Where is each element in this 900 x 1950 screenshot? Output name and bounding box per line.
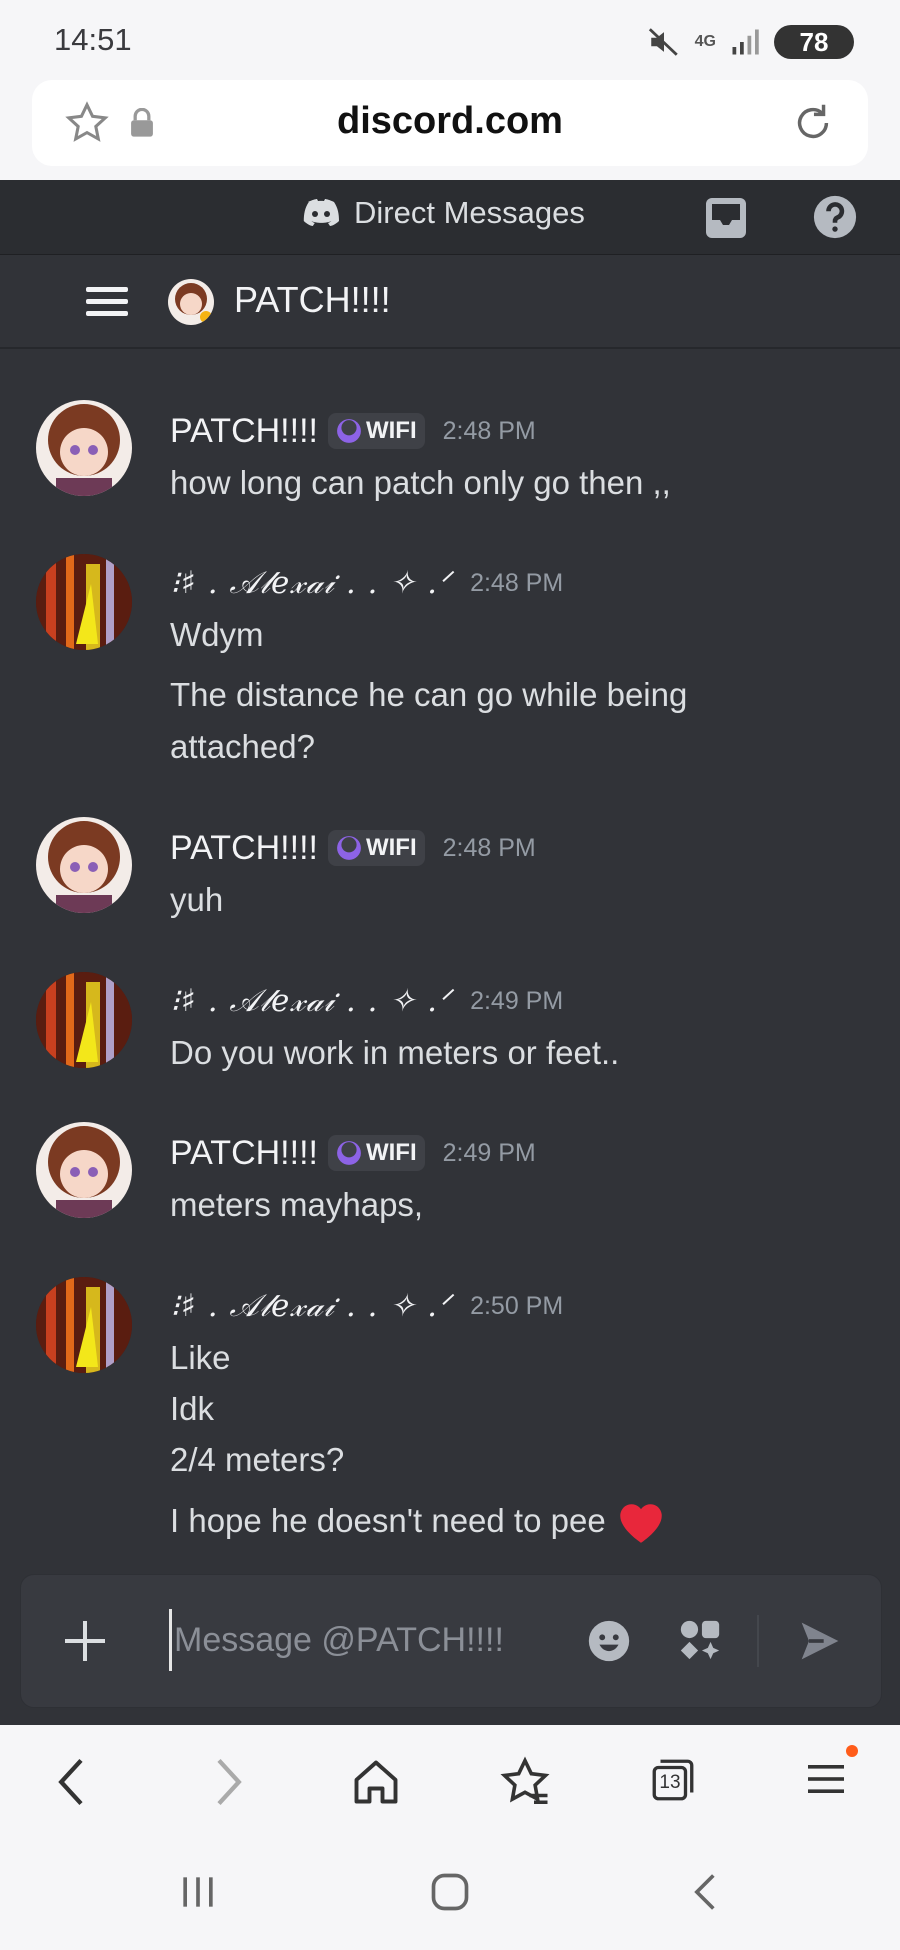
message-header: PATCH!!!! WIFI 2:48 PM: [170, 825, 536, 871]
author-name[interactable]: PATCH!!!!: [170, 1134, 318, 1173]
channel-header: PATCH!!!!: [0, 255, 900, 349]
author-name[interactable]: PATCH!!!!: [170, 412, 318, 451]
status-time: 14:51: [54, 22, 132, 57]
recent-apps-icon[interactable]: [176, 1870, 220, 1914]
forward-icon[interactable]: [206, 1755, 250, 1809]
browser-bottom-nav: 13: [0, 1725, 900, 1840]
browser-menu-icon[interactable]: [802, 1755, 850, 1803]
server-tag[interactable]: WIFI: [327, 413, 425, 449]
moon-icon: [337, 419, 361, 443]
server-tag[interactable]: WIFI: [327, 1135, 425, 1171]
direct-messages-title[interactable]: Direct Messages: [302, 195, 585, 231]
author-name[interactable]: ⁝♯ . 𝒜𝓁𝑒𝓍𝒶𝒾 . . ✧ .ᐟ: [170, 1288, 452, 1325]
url-text: discord.com: [337, 100, 563, 142]
home-icon[interactable]: [350, 1755, 402, 1809]
message-text: 2/4 meters?: [170, 1441, 345, 1478]
message-input[interactable]: [169, 1609, 556, 1671]
red-heart-emoji-icon: [619, 1504, 662, 1543]
dm-header: Direct Messages: [0, 180, 900, 255]
add-attachment-icon[interactable]: [63, 1619, 107, 1663]
avatar[interactable]: [36, 554, 132, 650]
message-text: Wdym: [170, 616, 264, 653]
message-header: PATCH!!!! WIFI 2:48 PM: [170, 408, 536, 454]
inbox-icon[interactable]: [702, 194, 750, 242]
server-tag-label: WIFI: [365, 1139, 417, 1166]
4g-icon: 4G: [694, 33, 716, 50]
avatar[interactable]: [36, 1122, 132, 1218]
composer-divider: [757, 1615, 759, 1667]
status-icons: 4G 78: [647, 22, 854, 62]
timestamp: 2:49 PM: [470, 986, 564, 1015]
url-bar[interactable]: discord.com: [32, 80, 868, 166]
author-name[interactable]: ⁝♯ . 𝒜𝓁𝑒𝓍𝒶𝒾 . . ✧ .ᐟ: [170, 565, 452, 602]
message-composer: [20, 1574, 882, 1708]
message-text: Idk: [170, 1390, 215, 1427]
server-tag[interactable]: WIFI: [327, 830, 425, 866]
channel-name: PATCH!!!!: [234, 279, 391, 320]
timestamp: 2:48 PM: [442, 416, 536, 445]
signal-icon: [732, 29, 759, 55]
author-name[interactable]: PATCH!!!!: [170, 829, 318, 868]
reload-icon[interactable]: [790, 100, 836, 146]
notification-dot: [846, 1745, 858, 1757]
discord-app: Direct Messages PATCH!!!! PATCH!!!! WIFI…: [0, 180, 900, 1725]
message-text: The distance he can go while being: [170, 676, 688, 713]
message-text: meters mayhaps,: [170, 1186, 424, 1223]
tabs-button[interactable]: 13: [648, 1755, 698, 1805]
home-button-icon[interactable]: [428, 1870, 472, 1914]
battery-level: 78: [799, 26, 829, 57]
help-icon[interactable]: [812, 194, 858, 240]
dm-title-text: Direct Messages: [354, 195, 585, 230]
send-icon[interactable]: [797, 1619, 843, 1663]
avatar[interactable]: [36, 1277, 132, 1373]
moon-icon: [337, 836, 361, 860]
timestamp: 2:48 PM: [470, 568, 564, 597]
moon-icon: [337, 1141, 361, 1165]
browser-top-bar: discord.com: [0, 80, 900, 180]
system-nav-bar: [0, 1840, 900, 1950]
channel-avatar: [168, 279, 214, 325]
message-text: how long can patch only go then ,,: [170, 464, 671, 501]
message-header: PATCH!!!! WIFI 2:49 PM: [170, 1130, 536, 1176]
message-text-content: I hope he doesn't need to pee: [170, 1502, 606, 1539]
tab-count: 13: [659, 1772, 681, 1793]
timestamp: 2:50 PM: [470, 1291, 564, 1320]
message-header: ⁝♯ . 𝒜𝓁𝑒𝓍𝒶𝒾 . . ✧ .ᐟ 2:50 PM: [170, 1283, 563, 1329]
bookmarks-icon[interactable]: [498, 1755, 552, 1809]
system-back-icon[interactable]: [684, 1870, 728, 1914]
discord-logo-icon: [303, 199, 339, 226]
mute-icon: [648, 28, 678, 56]
status-bar: 14:51 4G 78: [0, 0, 900, 80]
message-text: Like: [170, 1339, 231, 1376]
apps-icon[interactable]: [677, 1617, 723, 1663]
timestamp: 2:48 PM: [442, 833, 536, 862]
server-tag-label: WIFI: [365, 834, 417, 861]
server-tag-label: WIFI: [365, 417, 417, 444]
avatar[interactable]: [36, 817, 132, 913]
message-text: Do you work in meters or feet..: [170, 1034, 620, 1071]
message-text: I hope he doesn't need to pee: [170, 1496, 668, 1546]
message-header: ⁝♯ . 𝒜𝓁𝑒𝓍𝒶𝒾 . . ✧ .ᐟ 2:49 PM: [170, 978, 563, 1024]
timestamp: 2:49 PM: [442, 1138, 536, 1167]
message-header: ⁝♯ . 𝒜𝓁𝑒𝓍𝒶𝒾 . . ✧ .ᐟ 2:48 PM: [170, 560, 563, 606]
emoji-icon[interactable]: [587, 1619, 631, 1663]
back-icon[interactable]: [50, 1755, 94, 1809]
avatar[interactable]: [36, 972, 132, 1068]
message-text: yuh: [170, 881, 224, 918]
avatar[interactable]: [36, 400, 132, 496]
battery-icon: 78: [774, 25, 854, 59]
menu-icon[interactable]: [86, 285, 130, 319]
author-name[interactable]: ⁝♯ . 𝒜𝓁𝑒𝓍𝒶𝒾 . . ✧ .ᐟ: [170, 983, 452, 1020]
message-text: attached?: [170, 728, 315, 765]
